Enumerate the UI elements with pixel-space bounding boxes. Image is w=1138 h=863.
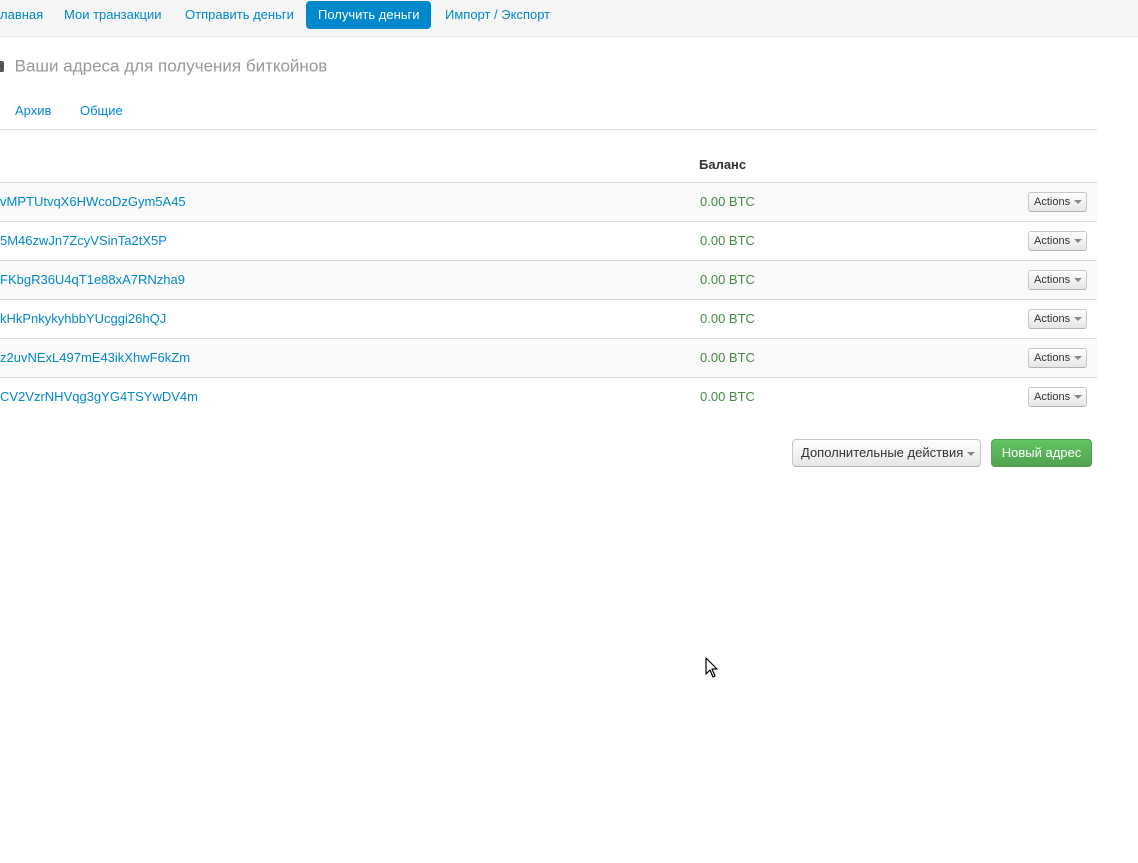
address-link[interactable]: z2uvNExL497mE43ikXhwF6kZm [0, 350, 190, 365]
new-address-button[interactable]: Новый адрес [991, 439, 1092, 467]
tab-archive[interactable]: Архив [15, 103, 51, 118]
page-heading: Ваши адреса для получения биткойнов [0, 54, 327, 78]
actions-label: Actions [1034, 235, 1071, 247]
page-title: Ваши адреса для получения биткойнов [14, 56, 328, 76]
actions-dropdown-button[interactable]: Actions [1028, 309, 1087, 329]
top-navigation: лавная Мои транзакции Отправить деньги П… [0, 0, 1138, 37]
table-row: vMPTUtvqX6HWcoDzGym5A45 0.00 BTC Actions [0, 183, 1097, 222]
address-balance: 0.00 BTC [700, 272, 755, 287]
actions-label: Actions [1034, 313, 1071, 325]
nav-item-import-export[interactable]: Импорт / Экспорт [445, 1, 550, 29]
actions-dropdown-button[interactable]: Actions [1028, 192, 1087, 212]
mouse-pointer-icon [705, 657, 718, 678]
actions-label: Actions [1034, 274, 1071, 286]
actions-dropdown-button[interactable]: Actions [1028, 270, 1087, 290]
actions-dropdown-button[interactable]: Actions [1028, 231, 1087, 251]
address-link[interactable]: FKbgR36U4qT1e88xA7RNzha9 [0, 272, 185, 287]
address-link[interactable]: kHkPnkykyhbbYUcggi26hQJ [0, 311, 166, 326]
address-balance: 0.00 BTC [700, 311, 755, 326]
address-balance: 0.00 BTC [700, 350, 755, 365]
table-row: 5M46zwJn7ZcyVSinTa2tX5P 0.00 BTC Actions [0, 222, 1097, 261]
nav-item-send-money[interactable]: Отправить деньги [185, 1, 294, 29]
receive-money-page: лавная Мои транзакции Отправить деньги П… [0, 0, 1138, 863]
table-row: FKbgR36U4qT1e88xA7RNzha9 0.00 BTC Action… [0, 261, 1097, 300]
more-actions-dropdown-button[interactable]: Дополнительные действия [792, 439, 981, 467]
balance-column-header: Баланс [699, 157, 747, 172]
caret-down-icon [1074, 317, 1083, 322]
table-row: kHkPnkykyhbbYUcggi26hQJ 0.00 BTC Actions [0, 300, 1097, 339]
more-actions-label: Дополнительные действия [801, 445, 964, 460]
nav-item-home[interactable]: лавная [0, 1, 43, 29]
caret-down-icon [967, 451, 976, 456]
caret-down-icon [1074, 239, 1083, 244]
nav-item-my-transactions[interactable]: Мои транзакции [64, 1, 162, 29]
caret-down-icon [1074, 200, 1083, 205]
actions-dropdown-button[interactable]: Actions [1028, 387, 1087, 407]
addresses-table-header: Баланс [0, 146, 1097, 183]
address-link[interactable]: vMPTUtvqX6HWcoDzGym5A45 [0, 194, 186, 209]
tab-shared[interactable]: Общие [80, 103, 123, 118]
actions-label: Actions [1034, 352, 1071, 364]
actions-label: Actions [1034, 196, 1071, 208]
caret-down-icon [1074, 278, 1083, 283]
heading-icon [0, 61, 4, 73]
caret-down-icon [1074, 395, 1083, 400]
actions-label: Actions [1034, 391, 1071, 403]
table-row: z2uvNExL497mE43ikXhwF6kZm 0.00 BTC Actio… [0, 339, 1097, 378]
address-balance: 0.00 BTC [700, 389, 755, 404]
nav-item-receive-money[interactable]: Получить деньги [306, 1, 431, 29]
address-balance: 0.00 BTC [700, 233, 755, 248]
address-subtabs: Архив Общие [0, 96, 1097, 130]
actions-dropdown-button[interactable]: Actions [1028, 348, 1087, 368]
address-link[interactable]: CV2VzrNHVqg3gYG4TSYwDV4m [0, 389, 198, 404]
table-row: CV2VzrNHVqg3gYG4TSYwDV4m 0.00 BTC Action… [0, 378, 1097, 416]
address-link[interactable]: 5M46zwJn7ZcyVSinTa2tX5P [0, 233, 167, 248]
caret-down-icon [1074, 356, 1083, 361]
address-balance: 0.00 BTC [700, 194, 755, 209]
